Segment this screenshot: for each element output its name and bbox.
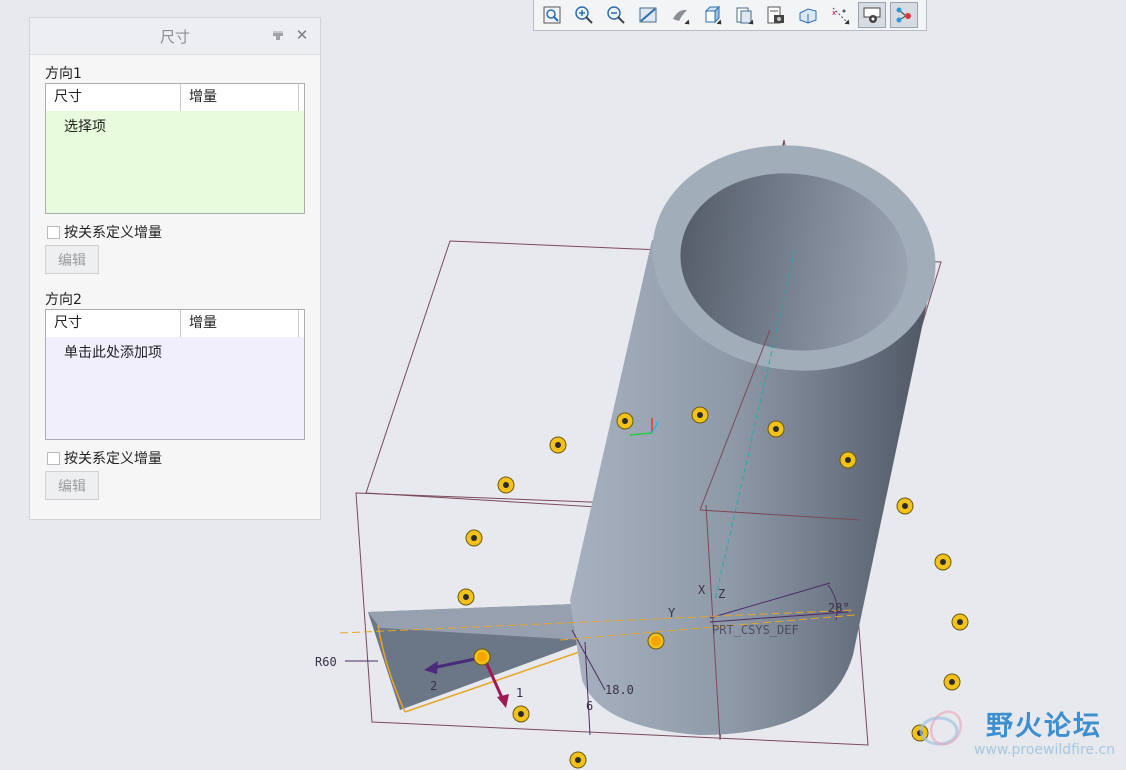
direction2-edit-button[interactable]: 编辑 xyxy=(45,471,99,500)
graphics-toolbar: x xyxy=(533,0,927,31)
pattern-marker-dot xyxy=(697,412,703,418)
axis-z-label: Z xyxy=(718,587,725,601)
direction2-relation-checkbox-row[interactable]: 按关系定义增量 xyxy=(47,448,162,468)
annotation-display-button[interactable] xyxy=(858,2,886,28)
datum-display-button[interactable]: x xyxy=(826,2,854,28)
pattern-marker-dot xyxy=(518,711,524,717)
drag-label-2: 2 xyxy=(430,679,437,693)
flame-logo-icon xyxy=(919,710,963,746)
perspective-view-button[interactable] xyxy=(794,2,822,28)
pattern-marker-dot xyxy=(902,503,908,509)
perspective-view-icon xyxy=(799,8,817,24)
panel-header[interactable]: 尺寸 ✕ xyxy=(30,18,320,55)
col-dimension-header[interactable]: 尺寸 xyxy=(46,310,181,337)
direction2-table[interactable]: 尺寸 增量 单击此处添加项 xyxy=(45,309,305,440)
pattern-marker-dot xyxy=(949,679,955,685)
zoom-out-icon xyxy=(607,6,625,24)
close-icon[interactable]: ✕ xyxy=(294,27,310,43)
pattern-marker-dot xyxy=(471,535,477,541)
dim-small[interactable]: 6 xyxy=(586,699,593,713)
display-style-button[interactable] xyxy=(666,2,694,28)
pattern-marker-dot xyxy=(575,757,581,763)
direction1-table-header: 尺寸 增量 xyxy=(46,84,304,112)
dim-angle[interactable]: 28° xyxy=(828,601,850,615)
axis-x-label: X xyxy=(698,583,706,597)
saved-orientations-button[interactable] xyxy=(698,2,726,28)
dimensions-panel: 尺寸 ✕ 方向1 尺寸 增量 选择项 按关系定义增量 编辑 方向2 尺寸 增量 … xyxy=(29,17,321,520)
dim-length[interactable]: 18.0 xyxy=(605,683,634,697)
spin-center-button[interactable] xyxy=(890,2,918,28)
direction2-relation-checkbox[interactable] xyxy=(47,451,60,465)
pattern-marker-dot xyxy=(940,559,946,565)
appearance-gallery-button[interactable] xyxy=(762,2,790,28)
refit-button[interactable] xyxy=(538,2,566,28)
direction1-relation-checkbox[interactable] xyxy=(47,225,60,239)
direction1-edit-button[interactable]: 编辑 xyxy=(45,245,99,274)
svg-text:x: x xyxy=(832,9,836,17)
pattern-marker-dot xyxy=(773,426,779,432)
pattern-marker-dot xyxy=(845,457,851,463)
watermark-url: www.proewildfire.cn xyxy=(974,742,1116,758)
watermark-logo: 野火论坛 www.proewildfire.cn xyxy=(914,700,1120,766)
col-increment-header[interactable]: 增量 xyxy=(181,84,299,111)
direction1-table-body[interactable]: 选择项 xyxy=(46,111,304,213)
pattern-marker-dot xyxy=(477,652,487,662)
axis-y-label: Y xyxy=(668,606,676,620)
pattern-marker-dot xyxy=(622,418,628,424)
direction2-table-header: 尺寸 增量 xyxy=(46,310,304,338)
spin-center-icon xyxy=(896,7,911,23)
pattern-marker-dot xyxy=(503,482,509,488)
pattern-marker-dot xyxy=(651,636,661,646)
pin-icon[interactable] xyxy=(270,28,286,44)
cylinder-feature[interactable] xyxy=(570,127,950,735)
zoom-out-button[interactable] xyxy=(602,2,630,28)
direction2-placeholder[interactable]: 单击此处添加项 xyxy=(64,342,162,362)
repaint-icon xyxy=(639,7,657,23)
pattern-marker-dot xyxy=(555,442,561,448)
direction1-relation-label: 按关系定义增量 xyxy=(64,225,162,241)
zoom-in-button[interactable] xyxy=(570,2,598,28)
pattern-marker-dot xyxy=(957,619,963,625)
view-manager-button[interactable] xyxy=(730,2,758,28)
refit-icon xyxy=(543,6,561,24)
direction1-table[interactable]: 尺寸 增量 选择项 xyxy=(45,83,305,214)
watermark-title: 野火论坛 xyxy=(986,711,1102,742)
direction2-relation-label: 按关系定义增量 xyxy=(64,451,162,467)
repaint-button[interactable] xyxy=(634,2,662,28)
annotation-display-icon xyxy=(863,7,881,23)
zoom-in-icon xyxy=(575,6,593,24)
panel-title: 尺寸 xyxy=(159,27,190,46)
direction1-placeholder[interactable]: 选择项 xyxy=(64,116,106,136)
appearance-gallery-icon xyxy=(767,6,784,24)
direction2-table-body[interactable]: 单击此处添加项 xyxy=(46,337,304,439)
direction1-relation-checkbox-row[interactable]: 按关系定义增量 xyxy=(47,222,162,242)
drag-label-1: 1 xyxy=(516,686,523,700)
direction2-label: 方向2 xyxy=(45,292,82,308)
csys-label: PRT_CSYS_DEF xyxy=(712,623,799,637)
pattern-marker-dot xyxy=(463,594,469,600)
col-increment-header[interactable]: 增量 xyxy=(181,310,299,337)
direction1-label: 方向1 xyxy=(45,66,82,82)
col-dimension-header[interactable]: 尺寸 xyxy=(46,84,181,111)
dim-radius[interactable]: R60 xyxy=(315,655,337,669)
